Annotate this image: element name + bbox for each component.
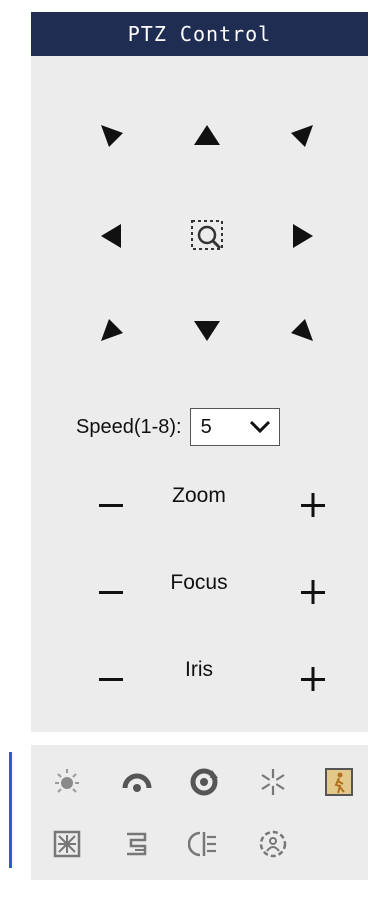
minus-icon [99,678,123,681]
zoom-in-button[interactable] [288,480,338,530]
focus-label: Focus [170,571,228,594]
plus-icon [301,667,325,691]
up-button[interactable] [179,108,235,164]
lens-wipe-icon [127,832,147,856]
defrost-button[interactable] [253,762,293,802]
speed-select[interactable]: 5 [189,408,280,446]
auto-focus-zoom-button[interactable] [179,208,235,264]
plus-icon [301,580,325,604]
ir-light-button[interactable] [184,824,224,864]
iris-row: Iris [31,654,368,704]
arrow-down-right-icon [291,319,313,341]
light-button[interactable] [47,762,87,802]
arrow-up-left-icon [101,125,123,147]
zoom-row: Zoom [31,480,368,530]
heater-icon [53,830,81,858]
rotate-icon [190,768,218,796]
panel-title: PTZ Control [31,12,368,56]
lens-wipe-button[interactable] [117,824,157,864]
arrow-down-icon [194,321,220,341]
minus-icon [99,591,123,594]
up-right-button[interactable] [274,108,330,164]
snow-defrost-icon [261,769,285,795]
auxiliary-toolbar [31,745,368,880]
plus-icon [301,493,325,517]
iris-label: Iris [185,658,213,681]
right-button[interactable] [274,208,330,264]
rotate-button[interactable] [184,762,224,802]
down-right-button[interactable] [274,302,330,358]
arrow-down-left-icon [101,319,123,341]
heater-button[interactable] [47,824,87,864]
speed-value: 5 [200,415,212,438]
arrow-left-icon [101,224,121,248]
arrow-up-right-icon [291,125,313,147]
wiper-button[interactable] [117,762,157,802]
speed-label: Speed(1-8): [76,415,182,438]
minus-icon [99,504,123,507]
zoom-out-button[interactable] [86,480,136,530]
down-button[interactable] [179,302,235,358]
wiper-icon [122,773,152,792]
left-button[interactable] [84,208,140,264]
zoom-area-icon [191,220,223,250]
chevron-down-icon [249,420,270,434]
speed-row: Speed(1-8): 5 [76,407,280,447]
light-icon [55,769,79,793]
focus-far-button[interactable] [288,567,338,617]
iris-close-button[interactable] [86,654,136,704]
down-left-button[interactable] [84,302,140,358]
iris-open-button[interactable] [288,654,338,704]
focus-row: Focus [31,567,368,617]
zoom-label: Zoom [172,484,226,507]
ir-light-icon [188,831,216,857]
preset-icon [259,830,287,858]
ptz-control-panel: PTZ Control Speed(1-8): 5 Zoom Focus Iri… [31,12,368,732]
up-left-button[interactable] [84,108,140,164]
pedestrian-button[interactable] [319,762,359,802]
preset-button[interactable] [253,824,293,864]
arrow-right-icon [293,224,313,248]
pedestrian-icon [325,768,353,796]
active-indicator [9,752,12,868]
focus-near-button[interactable] [86,567,136,617]
arrow-up-icon [194,125,220,145]
